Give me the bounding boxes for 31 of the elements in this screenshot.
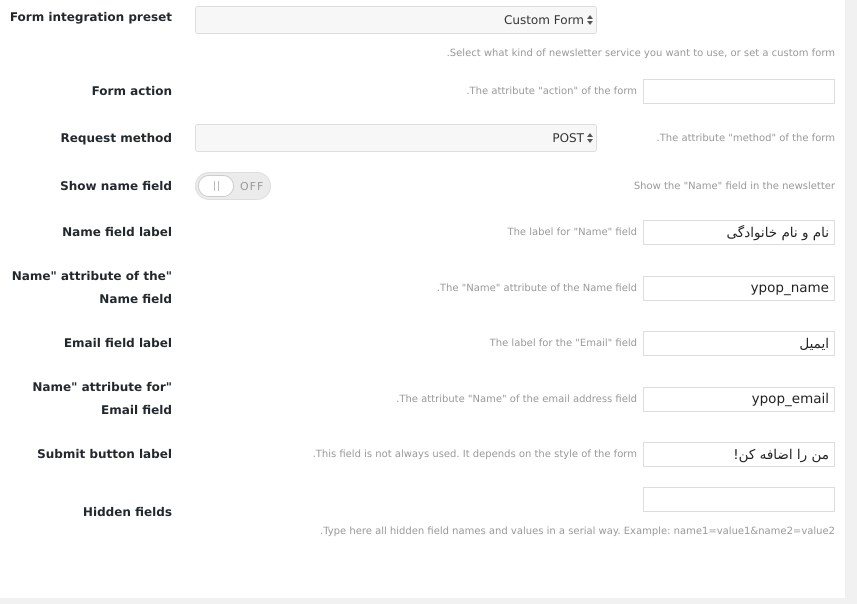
field-description: .This field is not always used. It depends on the style of the form — [312, 449, 637, 460]
select-arrows-icon — [586, 132, 594, 144]
field-label: Name" attribute for" Email field — [31, 379, 172, 419]
field-label: Submit button label — [36, 446, 172, 463]
text-field[interactable]: ypop_email — [643, 386, 835, 412]
field-description: The label for "Name" field — [507, 227, 637, 238]
field-description: .The attribute "action" of the form — [466, 86, 637, 97]
select-arrows-icon — [586, 14, 594, 26]
field-label: Email field label — [62, 335, 172, 352]
field-description: .The attribute "Name" of the email address field — [396, 394, 637, 404]
field-description: .The "Name" attribute of the Name field — [436, 282, 637, 294]
field-label: Form action — [90, 83, 172, 100]
text-field[interactable]: ypop_name — [643, 276, 835, 300]
select-field[interactable]: Custom Form — [195, 6, 597, 34]
select-field[interactable]: POST — [195, 124, 597, 152]
field-description: .Select what kind of newsletter service you want to use, or set a custom form — [446, 48, 835, 59]
field-label: Name" attribute of the" Name field — [10, 268, 172, 308]
field-label: Hidden fields — [82, 504, 172, 520]
field-label: Request method — [60, 130, 172, 146]
field-label: Show name field — [59, 178, 172, 194]
text-field[interactable] — [643, 487, 835, 512]
text-field[interactable] — [643, 79, 835, 104]
field-label: Form integration preset — [8, 9, 172, 26]
text-field[interactable]: من را اضافه کن! — [643, 442, 835, 467]
field-description: Show the "Name" field in the newsletter — [634, 180, 835, 192]
text-field[interactable]: نام و نام خانوادگی — [643, 220, 835, 245]
field-description: .The attribute "method" of the form — [656, 132, 835, 144]
field-description: The label for the "Email" field — [490, 338, 637, 349]
field-description: .Type here all hidden field names and values in a serial way. Example: name1=value1&name2=value2 — [320, 526, 835, 537]
text-field[interactable]: ایمیل — [643, 331, 835, 356]
field-label: Name field label — [61, 224, 172, 241]
